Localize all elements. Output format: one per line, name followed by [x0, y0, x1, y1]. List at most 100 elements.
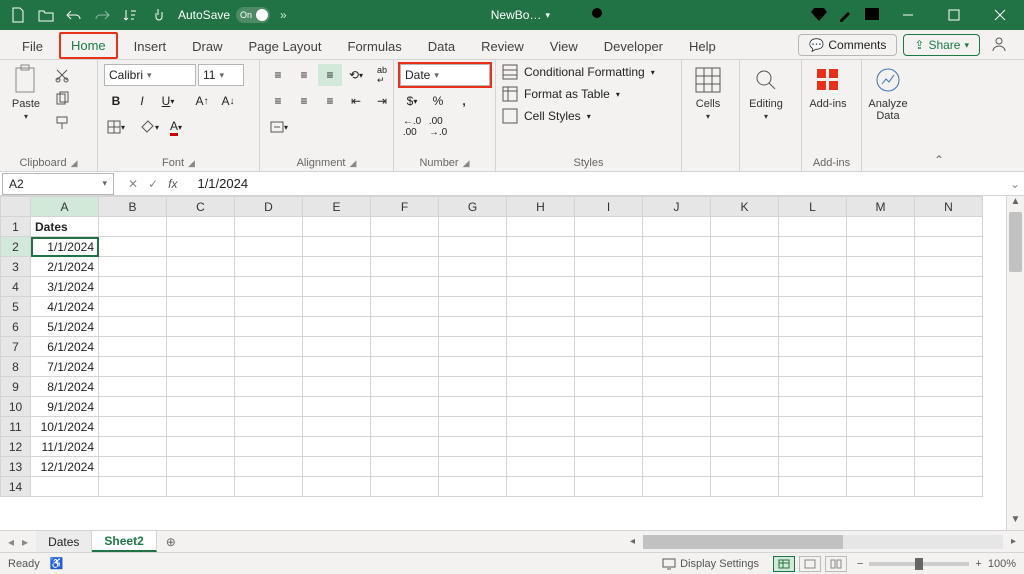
- cell-F13[interactable]: [371, 457, 439, 477]
- cell-I4[interactable]: [575, 277, 643, 297]
- column-header-M[interactable]: M: [847, 197, 915, 217]
- cell-C11[interactable]: [167, 417, 235, 437]
- cut-button[interactable]: [50, 64, 74, 86]
- column-header-E[interactable]: E: [303, 197, 371, 217]
- cell-D12[interactable]: [235, 437, 303, 457]
- column-header-I[interactable]: I: [575, 197, 643, 217]
- cell-F14[interactable]: [371, 477, 439, 497]
- tab-data[interactable]: Data: [418, 33, 465, 59]
- cell-K1[interactable]: [711, 217, 779, 237]
- redo-icon[interactable]: [90, 3, 114, 27]
- cell-A11[interactable]: 10/1/2024: [31, 417, 99, 437]
- align-bottom-button[interactable]: ≡: [318, 64, 342, 86]
- cancel-formula-icon[interactable]: ✕: [128, 177, 138, 191]
- underline-button[interactable]: U▾: [156, 90, 180, 112]
- touch-mode-icon[interactable]: [146, 3, 170, 27]
- account-icon[interactable]: [986, 31, 1012, 57]
- cell-I10[interactable]: [575, 397, 643, 417]
- cell-K6[interactable]: [711, 317, 779, 337]
- decrease-decimal-button[interactable]: .00→.0: [426, 116, 450, 138]
- cell-B3[interactable]: [99, 257, 167, 277]
- sheet-nav-next-icon[interactable]: ▸: [22, 535, 28, 549]
- cell-L3[interactable]: [779, 257, 847, 277]
- cell-E12[interactable]: [303, 437, 371, 457]
- cell-N1[interactable]: [915, 217, 983, 237]
- new-file-icon[interactable]: [6, 3, 30, 27]
- column-header-A[interactable]: A: [31, 197, 99, 217]
- comments-button[interactable]: 💬Comments: [798, 34, 897, 56]
- cell-F7[interactable]: [371, 337, 439, 357]
- row-header-11[interactable]: 11: [1, 417, 31, 437]
- row-header-2[interactable]: 2: [1, 237, 31, 257]
- close-button[interactable]: [982, 3, 1018, 27]
- cell-I14[interactable]: [575, 477, 643, 497]
- tab-home[interactable]: Home: [59, 32, 118, 59]
- cell-D4[interactable]: [235, 277, 303, 297]
- cell-G8[interactable]: [439, 357, 507, 377]
- cell-H12[interactable]: [507, 437, 575, 457]
- cell-K11[interactable]: [711, 417, 779, 437]
- cell-B8[interactable]: [99, 357, 167, 377]
- expand-formula-bar-icon[interactable]: ⌄: [1006, 177, 1024, 191]
- cell-A1[interactable]: Dates: [31, 217, 99, 237]
- cell-K7[interactable]: [711, 337, 779, 357]
- cell-E9[interactable]: [303, 377, 371, 397]
- cell-E2[interactable]: [303, 237, 371, 257]
- tab-insert[interactable]: Insert: [124, 33, 177, 59]
- cell-H8[interactable]: [507, 357, 575, 377]
- dialog-launcher-icon[interactable]: ◢: [350, 158, 357, 169]
- cell-B2[interactable]: [99, 237, 167, 257]
- cell-J1[interactable]: [643, 217, 711, 237]
- cell-J13[interactable]: [643, 457, 711, 477]
- cell-K14[interactable]: [711, 477, 779, 497]
- column-header-K[interactable]: K: [711, 197, 779, 217]
- row-header-1[interactable]: 1: [1, 217, 31, 237]
- cell-J7[interactable]: [643, 337, 711, 357]
- bold-button[interactable]: B: [104, 90, 128, 112]
- cell-H9[interactable]: [507, 377, 575, 397]
- cell-H2[interactable]: [507, 237, 575, 257]
- cell-D3[interactable]: [235, 257, 303, 277]
- cell-C3[interactable]: [167, 257, 235, 277]
- cell-A3[interactable]: 2/1/2024: [31, 257, 99, 277]
- column-header-B[interactable]: B: [99, 197, 167, 217]
- format-painter-button[interactable]: [50, 112, 74, 134]
- cell-I7[interactable]: [575, 337, 643, 357]
- cell-F9[interactable]: [371, 377, 439, 397]
- vertical-scrollbar[interactable]: ▲ ▼: [1006, 196, 1024, 530]
- cell-A2[interactable]: 1/1/2024: [31, 237, 99, 257]
- cell-M11[interactable]: [847, 417, 915, 437]
- cell-M3[interactable]: [847, 257, 915, 277]
- cell-H13[interactable]: [507, 457, 575, 477]
- cell-C6[interactable]: [167, 317, 235, 337]
- cell-K10[interactable]: [711, 397, 779, 417]
- cell-M7[interactable]: [847, 337, 915, 357]
- cell-B6[interactable]: [99, 317, 167, 337]
- cell-B7[interactable]: [99, 337, 167, 357]
- cell-N9[interactable]: [915, 377, 983, 397]
- orientation-button[interactable]: ⟲▾: [344, 64, 368, 86]
- cell-N10[interactable]: [915, 397, 983, 417]
- comma-button[interactable]: ,: [452, 90, 476, 112]
- cell-D13[interactable]: [235, 457, 303, 477]
- paste-button[interactable]: Paste▾: [6, 64, 46, 122]
- page-break-view-button[interactable]: [825, 556, 847, 572]
- cell-A12[interactable]: 11/1/2024: [31, 437, 99, 457]
- cell-A7[interactable]: 6/1/2024: [31, 337, 99, 357]
- cell-styles-button[interactable]: Cell Styles▾: [502, 108, 591, 124]
- cell-L11[interactable]: [779, 417, 847, 437]
- cell-B11[interactable]: [99, 417, 167, 437]
- search-icon[interactable]: [590, 6, 606, 25]
- row-header-12[interactable]: 12: [1, 437, 31, 457]
- increase-font-button[interactable]: A↑: [190, 90, 214, 112]
- cell-F12[interactable]: [371, 437, 439, 457]
- cell-F5[interactable]: [371, 297, 439, 317]
- cell-B9[interactable]: [99, 377, 167, 397]
- cells-button[interactable]: Cells▾: [688, 64, 728, 122]
- cell-E1[interactable]: [303, 217, 371, 237]
- open-file-icon[interactable]: [34, 3, 58, 27]
- cell-G13[interactable]: [439, 457, 507, 477]
- cell-J9[interactable]: [643, 377, 711, 397]
- cell-J11[interactable]: [643, 417, 711, 437]
- cell-A4[interactable]: 3/1/2024: [31, 277, 99, 297]
